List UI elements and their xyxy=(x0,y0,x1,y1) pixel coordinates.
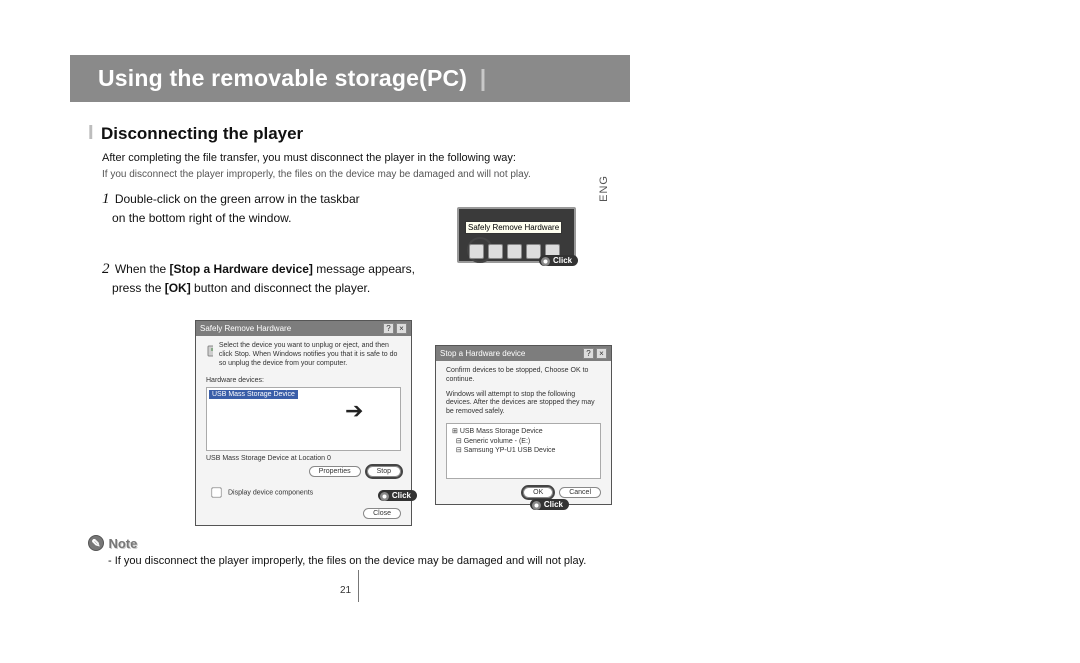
dialog1-status-text: USB Mass Storage Device at Location 0 xyxy=(206,455,401,462)
dialog2-titlebar: Stop a Hardware device ? × xyxy=(436,346,611,361)
stop-hardware-dialog-figure: Stop a Hardware device ? × Confirm devic… xyxy=(435,345,612,505)
step-2: 2 When the [Stop a Hardware device] mess… xyxy=(102,259,472,297)
step-1: 1 Double-click on the green arrow in the… xyxy=(102,189,442,227)
dialog1-close-button: Close xyxy=(363,508,401,519)
dialog2-message1: Confirm devices to be stopped, Choose OK… xyxy=(446,367,601,385)
arrow-right-icon: ➔ xyxy=(345,398,363,424)
hardware-icon xyxy=(206,342,213,360)
dialog1-checkbox-row: Display device components xyxy=(206,483,401,502)
step-1-text-a: Double-click on the green arrow in the t… xyxy=(115,192,360,206)
note-body: - If you disconnect the player improperl… xyxy=(108,555,630,567)
display-components-checkbox xyxy=(211,488,221,498)
step-2-text-a: When the xyxy=(115,262,170,276)
page-number-rule xyxy=(358,570,359,602)
intro-text: After completing the file transfer, you … xyxy=(102,151,630,181)
dialog2-ok-button: OK xyxy=(523,487,553,498)
close-icon: × xyxy=(596,348,607,359)
dialog2-title-text: Stop a Hardware device xyxy=(440,349,525,358)
intro-line: After completing the file transfer, you … xyxy=(102,152,516,164)
language-tab: ENG xyxy=(598,175,610,202)
dialog1-message: Select the device you want to unplug or … xyxy=(219,342,401,368)
help-icon: ? xyxy=(583,348,594,359)
step-1-text-b: on the bottom right of the window. xyxy=(112,211,291,225)
dialog1-titlebar: Safely Remove Hardware ? × xyxy=(196,321,411,336)
dialog1-title-text: Safely Remove Hardware xyxy=(200,324,291,333)
step-2-text-d: button and disconnect the player. xyxy=(191,281,370,295)
intro-warning: If you disconnect the player improperly,… xyxy=(102,168,630,182)
dialog1-selected-item: USB Mass Storage Device xyxy=(209,390,298,399)
dialog2-device-tree: ⊞ USB Mass Storage Device ⊟ Generic volu… xyxy=(446,423,601,479)
step-2-number: 2 xyxy=(102,261,110,277)
note-block: ✎ Note - If you disconnect the player im… xyxy=(88,535,630,567)
safely-remove-dialog-figure: Safely Remove Hardware ? × Select the de… xyxy=(195,320,412,526)
page-number: 21 xyxy=(340,585,351,596)
svg-text:✎: ✎ xyxy=(91,538,100,550)
dialog1-properties-button: Properties xyxy=(309,466,361,477)
dialog1-devices-label: Hardware devices: xyxy=(206,377,401,384)
section-heading: I Disconnecting the player xyxy=(88,122,630,145)
vertical-bar-icon: I xyxy=(88,122,94,145)
note-icon: ✎ xyxy=(88,535,108,552)
click-callout: Click xyxy=(530,499,569,510)
system-tray-figure: Safely Remove Hardware Click xyxy=(457,207,576,263)
tray-tooltip: Safely Remove Hardware xyxy=(465,221,562,234)
tray-icon-generic xyxy=(488,244,503,259)
tray-icon-generic xyxy=(507,244,522,259)
section-title-text: Disconnecting the player xyxy=(101,124,303,144)
close-icon: × xyxy=(396,323,407,334)
step-1-number: 1 xyxy=(102,191,110,207)
dialog2-body: Confirm devices to be stopped, Choose OK… xyxy=(436,361,611,504)
step-2-bold-b: [OK] xyxy=(165,281,191,295)
step-2-bold-a: [Stop a Hardware device] xyxy=(170,262,313,276)
chapter-title-bar: Using the removable storage(PC) | xyxy=(70,55,630,102)
note-heading: Note xyxy=(108,536,137,551)
dialog2-item2: Generic volume - (E:) xyxy=(464,438,531,445)
step-2-text-c: press the xyxy=(112,281,165,295)
dialog1-device-list: USB Mass Storage Device xyxy=(206,387,401,451)
help-icon: ? xyxy=(383,323,394,334)
step-2-text-b: message appears, xyxy=(313,262,415,276)
dialog1-checkbox-label: Display device components xyxy=(228,490,313,497)
dialog2-item1: USB Mass Storage Device xyxy=(460,428,543,435)
dialog1-stop-button: Stop xyxy=(367,466,401,477)
tray-icon-safely-remove xyxy=(469,244,484,259)
dialog2-item3: Samsung YP-U1 USB Device xyxy=(464,447,556,454)
click-callout: Click xyxy=(539,255,578,266)
click-callout: Click xyxy=(378,490,417,501)
divider-pipe: | xyxy=(474,65,487,91)
chapter-title: Using the removable storage(PC) xyxy=(98,65,467,91)
dialog2-message2: Windows will attempt to stop the followi… xyxy=(446,391,601,417)
dialog2-cancel-button: Cancel xyxy=(559,487,601,498)
